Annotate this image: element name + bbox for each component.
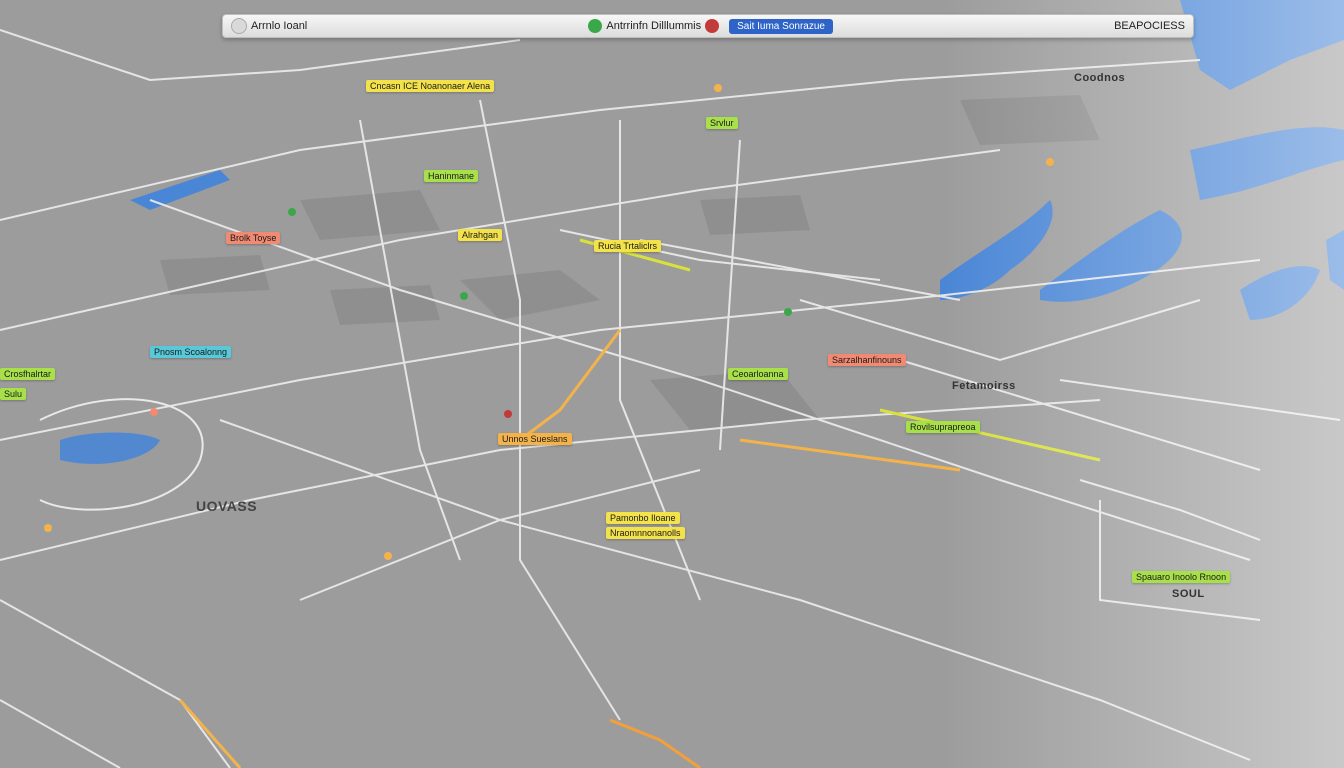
poi-pin[interactable] [44,524,52,532]
poi-pin[interactable] [150,408,158,416]
map-canvas[interactable] [0,0,1344,768]
label-left-chip[interactable]: Sulu [0,388,27,400]
label-road[interactable]: Alrahgan [458,229,503,241]
label-center[interactable]: Pnosm Scoalonng [150,346,232,358]
layers-icon[interactable] [588,19,603,33]
label-east-area[interactable]: Sarzalhanfinouns [828,354,906,366]
toolbar-left-text: Arrnlo Ioanl [251,20,308,32]
poi-pin[interactable] [714,84,722,92]
label-east-2: Fetamoirss [952,380,1016,392]
toolbar-left: Arrnlo Ioanl [231,18,307,34]
label-big-area: UOVASS [196,498,258,514]
label-bottom-1[interactable]: Pamonbo Iloane [606,512,680,524]
label-north: Coodnos [1074,72,1126,84]
label-right-2: SOUL [1172,588,1205,600]
label-district-a[interactable]: Haninmane [424,170,479,182]
label-bottom-2[interactable]: Nraomnnonanolls [606,527,685,539]
poi-pin[interactable] [460,292,468,300]
location-icon[interactable] [705,19,720,33]
poi-pin[interactable] [1046,158,1054,166]
label-lake[interactable]: Ceoarloanna [728,368,788,380]
label-river[interactable]: Unnos Sueslans [498,433,572,445]
label-district-b[interactable]: Brolk Toyse [226,232,281,244]
toolbar-mid-text: Antrrinfn Dilllummis [606,20,702,32]
poi-pin[interactable] [784,308,792,316]
label-left-street[interactable]: Crosfhalrtar [0,368,56,380]
poi-pin[interactable] [504,410,512,418]
search-chip[interactable]: Sait Iuma Sonrazue [729,18,833,34]
poi-pin[interactable] [384,552,392,560]
label-green-chip[interactable]: Srvlur [706,117,738,129]
poi-pin[interactable] [288,208,296,216]
app-icon [231,18,247,34]
toolbar-mid: Antrrinfn Dilllummis [588,19,720,33]
label-waterfront[interactable]: Rucia Trtaliclrs [594,240,662,252]
label-poi-center[interactable]: Rovilsuprapreoa [906,421,980,433]
map-toolbar: Arrnlo Ioanl Antrrinfn Dilllummis Sait I… [222,14,1194,38]
label-right-1[interactable]: Spauaro Inoolo Rnoon [1132,571,1231,583]
toolbar-right-text: BEAPOCIESS [1114,20,1185,32]
label-top-center[interactable]: Cncasn ICE Noanonaer Alena [366,80,495,92]
